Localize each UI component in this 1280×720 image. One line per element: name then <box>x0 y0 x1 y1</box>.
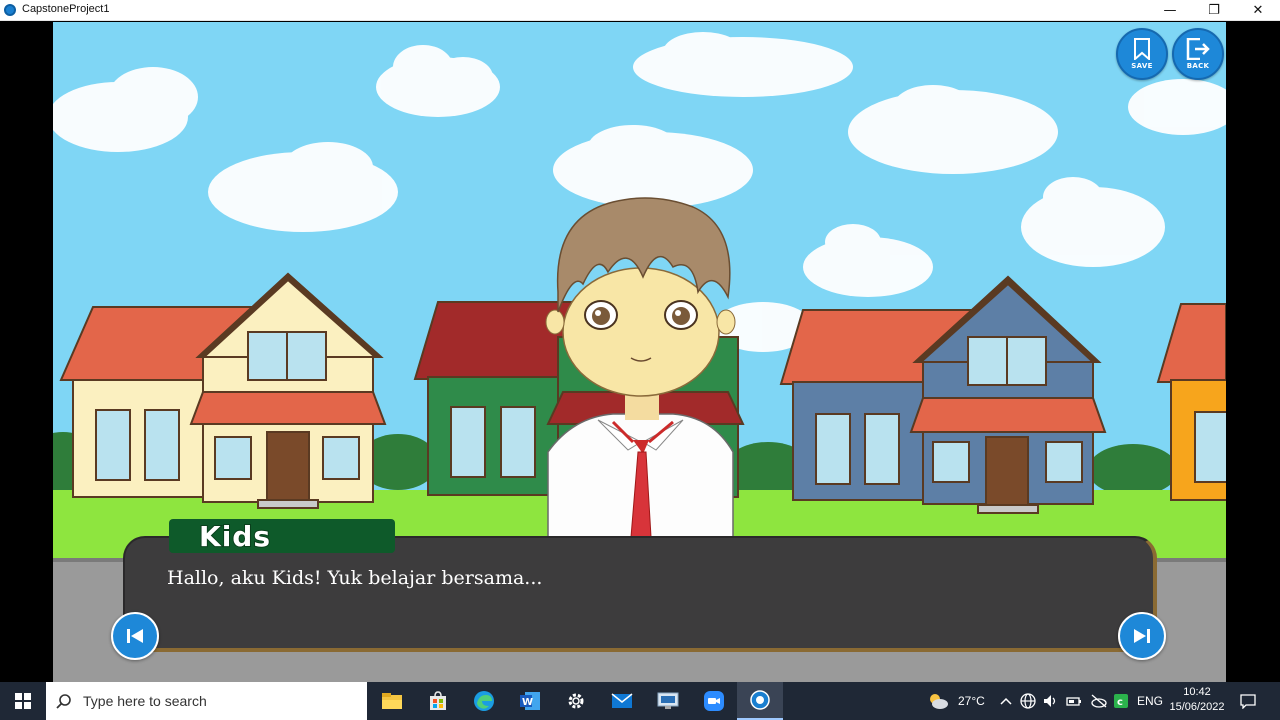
word-icon[interactable]: W <box>507 682 553 720</box>
skip-previous-icon <box>127 629 143 643</box>
mail-icon[interactable] <box>599 682 645 720</box>
back-button[interactable]: BACK <box>1172 28 1224 80</box>
game-app-icon[interactable] <box>737 682 783 720</box>
app-icon <box>4 4 16 16</box>
taskbar: Type here to search W 27°C c ENG 10:42 1… <box>0 682 1280 720</box>
save-button[interactable]: SAVE <box>1116 28 1168 80</box>
close-button[interactable]: ✕ <box>1236 0 1280 21</box>
minimize-button[interactable]: — <box>1148 0 1192 21</box>
remote-desktop-icon[interactable] <box>645 682 691 720</box>
speaker-name-box: Kids <box>169 519 395 554</box>
game-viewport: SAVE BACK Hallo, aku Kids! Yuk belajar b… <box>53 22 1226 682</box>
edge-icon[interactable] <box>461 682 507 720</box>
start-button[interactable] <box>0 682 46 720</box>
file-explorer-icon[interactable] <box>369 682 415 720</box>
speaker-name: Kids <box>198 519 272 554</box>
cloud-sync-icon[interactable] <box>1090 682 1108 720</box>
clock[interactable]: 10:42 15/06/2022 <box>1158 685 1236 715</box>
app-tray-icon[interactable]: c <box>1113 682 1129 720</box>
svg-text:W: W <box>522 697 533 708</box>
previous-button[interactable] <box>111 612 159 660</box>
bookmark-icon <box>1134 38 1150 60</box>
dialogue-box[interactable]: Hallo, aku Kids! Yuk belajar bersama... <box>123 536 1157 652</box>
partly-cloudy-icon <box>930 694 948 709</box>
zoom-icon[interactable] <box>691 682 737 720</box>
windows-icon <box>15 693 31 709</box>
back-label: BACK <box>1186 62 1210 70</box>
network-icon[interactable] <box>1020 682 1036 720</box>
search-box[interactable]: Type here to search <box>46 682 367 720</box>
weather-widget[interactable]: 27°C <box>926 682 985 720</box>
save-label: SAVE <box>1131 62 1153 70</box>
search-icon <box>56 694 71 709</box>
restore-button[interactable]: ❐ <box>1192 0 1236 21</box>
dialogue-text: Hallo, aku Kids! Yuk belajar bersama... <box>167 567 543 589</box>
window-title: CapstoneProject1 <box>22 3 110 15</box>
microsoft-store-icon[interactable] <box>415 682 461 720</box>
settings-icon[interactable] <box>553 682 599 720</box>
volume-icon[interactable] <box>1043 682 1059 720</box>
exit-icon <box>1186 38 1210 60</box>
notifications-icon[interactable] <box>1240 682 1256 720</box>
chevron-up-icon <box>1000 697 1012 705</box>
next-button[interactable] <box>1118 612 1166 660</box>
clock-date: 15/06/2022 <box>1169 701 1225 713</box>
app-window: CapstoneProject1 — ❐ ✕ SAVE BACK Hallo, … <box>0 0 1280 720</box>
weather-temp: 27°C <box>958 694 985 708</box>
battery-icon[interactable] <box>1066 682 1082 720</box>
clock-time: 10:42 <box>1183 686 1211 698</box>
show-hidden-icons[interactable] <box>1000 682 1012 720</box>
search-placeholder: Type here to search <box>83 693 207 709</box>
title-bar: CapstoneProject1 — ❐ ✕ <box>0 0 1280 21</box>
skip-next-icon <box>1134 629 1150 643</box>
svg-text:c: c <box>1117 697 1123 708</box>
